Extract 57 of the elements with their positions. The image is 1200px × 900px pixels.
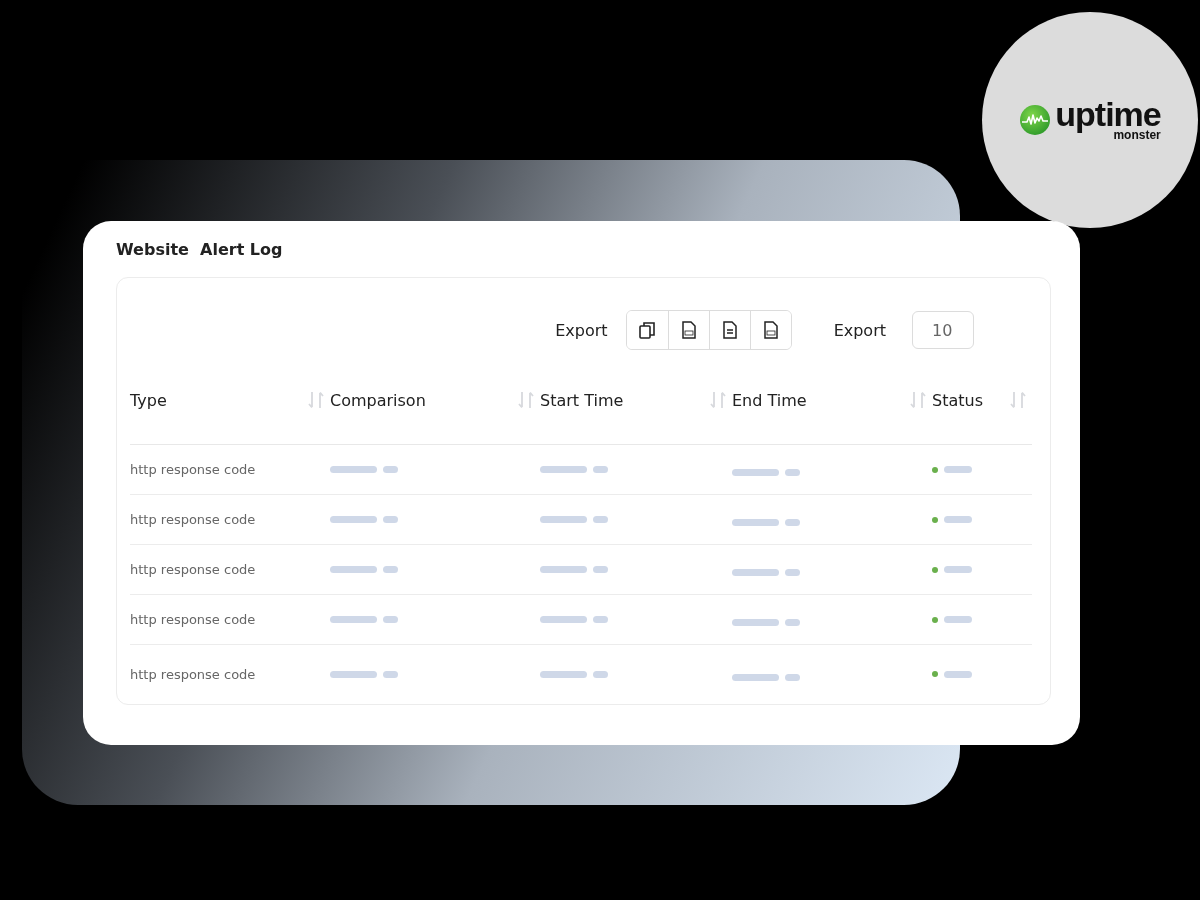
table-cell: http response code	[130, 512, 256, 527]
skeleton-bar	[732, 673, 779, 681]
copy-icon	[637, 320, 658, 340]
skeleton-bar	[732, 519, 779, 526]
sort-icon[interactable]	[517, 390, 535, 410]
skeleton-bar	[383, 670, 398, 678]
skeleton-bar	[383, 516, 398, 523]
skeleton-bar	[785, 569, 800, 576]
table-cell: http response code	[130, 612, 256, 627]
sort-icon[interactable]	[1009, 390, 1027, 410]
skeleton-bar	[330, 566, 377, 573]
skeleton-bar	[785, 619, 800, 626]
skeleton-bar	[944, 466, 972, 473]
column-header[interactable]: Type	[130, 390, 167, 410]
skeleton-bar	[785, 673, 800, 681]
skeleton-bar	[785, 469, 800, 476]
skeleton-bar	[785, 519, 800, 526]
column-header[interactable]: Status	[932, 390, 983, 410]
column-header[interactable]: End Time	[732, 390, 807, 410]
skeleton-bar	[540, 466, 587, 473]
skeleton-bar	[540, 566, 587, 573]
skeleton-bar	[593, 466, 608, 473]
export-label: Export	[833, 320, 886, 340]
skeleton-bar	[383, 466, 398, 473]
skeleton-bar	[383, 566, 398, 573]
pulse-logo-icon	[1019, 104, 1052, 136]
sort-icon[interactable]	[709, 390, 727, 410]
skeleton-bar	[944, 616, 972, 623]
card-title: Website Alert Log	[116, 239, 284, 261]
skeleton-bar	[330, 616, 377, 623]
skeleton-bar	[944, 566, 972, 573]
page-size-field[interactable]: 10	[912, 311, 974, 349]
skeleton-bar	[540, 516, 587, 523]
skeleton-bar	[540, 670, 587, 678]
skeleton-bar	[330, 670, 377, 678]
skeleton-bar	[732, 469, 779, 476]
table-cell: http response code	[130, 666, 256, 682]
skeleton-bar	[330, 516, 377, 523]
table-cell: http response code	[130, 462, 256, 477]
table-cell: http response code	[130, 562, 256, 577]
column-header[interactable]: Start Time	[540, 390, 624, 410]
column-header[interactable]: Comparison	[330, 390, 426, 410]
skeleton-bar	[944, 516, 972, 523]
skeleton-bar	[593, 566, 608, 573]
skeleton-bar	[593, 616, 608, 623]
skeleton-bar	[944, 670, 972, 678]
sort-icon[interactable]	[307, 390, 325, 410]
skeleton-bar	[732, 619, 779, 626]
skeleton-bar	[732, 569, 779, 576]
skeleton-bar	[330, 466, 377, 473]
export-label: Export	[555, 320, 608, 340]
skeleton-bar	[383, 616, 398, 623]
sort-icon[interactable]	[909, 390, 927, 410]
skeleton-bar	[593, 516, 608, 523]
skeleton-bar	[540, 616, 587, 623]
pdf-export-button[interactable]	[749, 311, 791, 349]
skeleton-bar	[593, 670, 608, 678]
